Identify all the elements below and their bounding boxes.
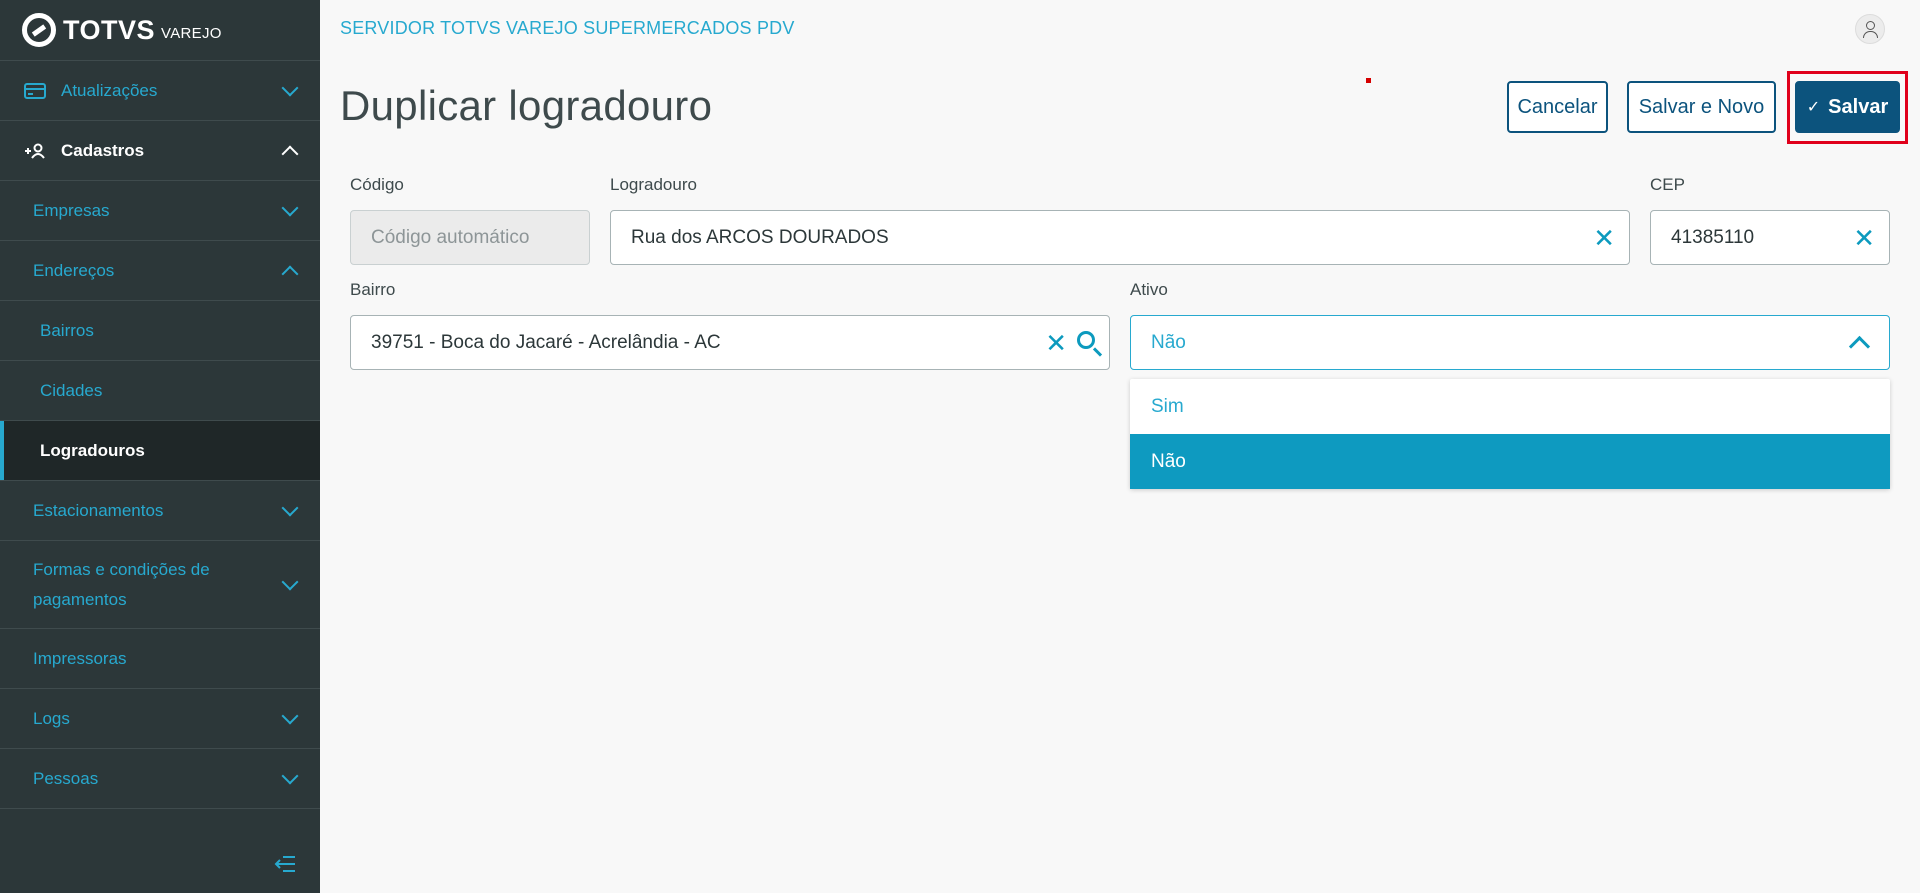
chevron-down-icon: [281, 79, 299, 96]
chevron-down-icon: [281, 707, 299, 724]
logradouro-value: Rua dos ARCOS DOURADOS: [631, 226, 889, 248]
sidebar-item-atualizacoes[interactable]: Atualizações: [0, 61, 320, 121]
sidebar-item-cidades[interactable]: Cidades: [0, 361, 320, 421]
sidebar-item-empresas[interactable]: Empresas: [0, 181, 320, 241]
collapse-menu-icon[interactable]: [274, 855, 296, 873]
chevron-up-icon: [281, 145, 299, 162]
save-button-highlight: [1787, 71, 1908, 144]
save-and-new-button[interactable]: Salvar e Novo: [1627, 81, 1776, 133]
ativo-dropdown: Sim Não: [1130, 379, 1890, 489]
sidebar-item-label: Pessoas: [33, 768, 99, 788]
sidebar-item-bairros[interactable]: Bairros: [0, 301, 320, 361]
chevron-down-icon: [281, 573, 299, 590]
option-nao[interactable]: Não: [1130, 434, 1890, 489]
card-icon: [24, 82, 46, 99]
sidebar-item-enderecos[interactable]: Endereços: [0, 241, 320, 301]
sidebar-item-label: Logs: [33, 708, 70, 728]
sidebar-item-label: Logradouros: [40, 440, 145, 460]
sidebar-item-label: Endereços: [33, 260, 115, 280]
option-sim[interactable]: Sim: [1130, 379, 1890, 434]
chevron-up-icon: [281, 265, 299, 282]
page-title: Duplicar logradouro: [340, 82, 713, 129]
logo: TOTVS VAREJO: [0, 0, 320, 61]
cursor-marker: [1366, 78, 1371, 83]
sidebar: TOTVS VAREJO Atualizações Cadastros Empr…: [0, 0, 320, 893]
cep-input[interactable]: 41385110 ✕: [1650, 210, 1890, 265]
sidebar-item-pessoas[interactable]: Pessoas: [0, 749, 320, 809]
cep-value: 41385110: [1671, 226, 1755, 248]
codigo-label: Código: [350, 175, 404, 194]
sidebar-item-label: Formas e condições de pagamentos: [33, 559, 210, 609]
search-icon[interactable]: [1077, 330, 1095, 349]
chevron-down-icon: [281, 499, 299, 516]
clear-icon[interactable]: ✕: [1853, 225, 1875, 251]
user-avatar-icon[interactable]: [1855, 14, 1885, 44]
sidebar-item-label: Empresas: [33, 200, 110, 220]
bairro-label: Bairro: [350, 280, 396, 299]
cep-label: CEP: [1650, 175, 1685, 194]
clear-icon[interactable]: ✕: [1593, 225, 1615, 251]
logradouro-input[interactable]: Rua dos ARCOS DOURADOS ✕: [610, 210, 1630, 265]
sidebar-item-cadastros[interactable]: Cadastros: [0, 121, 320, 181]
codigo-field: Código automático: [350, 210, 590, 265]
cancel-button[interactable]: Cancelar: [1507, 81, 1608, 133]
sidebar-item-label: Cidades: [40, 380, 103, 400]
brand-name: TOTVS: [63, 14, 156, 45]
sidebar-item-label: Estacionamentos: [33, 500, 164, 520]
sidebar-item-label: Atualizações: [61, 80, 158, 100]
sidebar-item-label: Bairros: [40, 320, 94, 340]
sidebar-item-formas-pagamento[interactable]: Formas e condições de pagamentos: [0, 541, 320, 629]
bairro-input[interactable]: 39751 - Boca do Jacaré - Acrelândia - AC…: [350, 315, 1110, 370]
sidebar-item-impressoras[interactable]: Impressoras: [0, 629, 320, 689]
clear-icon[interactable]: ✕: [1045, 330, 1067, 356]
sidebar-item-label: Impressoras: [33, 648, 127, 668]
brand-sub: VAREJO: [161, 24, 222, 42]
sidebar-item-logs[interactable]: Logs: [0, 689, 320, 749]
totvs-logo-icon: [22, 13, 56, 47]
ativo-select[interactable]: Não: [1130, 315, 1890, 370]
add-user-icon: [25, 143, 45, 159]
ativo-selected-value: Não: [1151, 331, 1186, 353]
ativo-label: Ativo: [1130, 280, 1168, 299]
chevron-up-icon: [1848, 335, 1871, 358]
chevron-down-icon: [281, 767, 299, 784]
sidebar-item-label: Cadastros: [61, 140, 145, 160]
logradouro-label: Logradouro: [610, 175, 697, 194]
sidebar-item-estacionamentos[interactable]: Estacionamentos: [0, 481, 320, 541]
sidebar-item-logradouros[interactable]: Logradouros: [0, 421, 320, 481]
chevron-down-icon: [281, 199, 299, 216]
bairro-value: 39751 - Boca do Jacaré - Acrelândia - AC: [371, 331, 721, 353]
codigo-placeholder: Código automático: [371, 226, 530, 248]
app-title: SERVIDOR TOTVS VAREJO SUPERMERCADOS PDV: [340, 18, 795, 38]
